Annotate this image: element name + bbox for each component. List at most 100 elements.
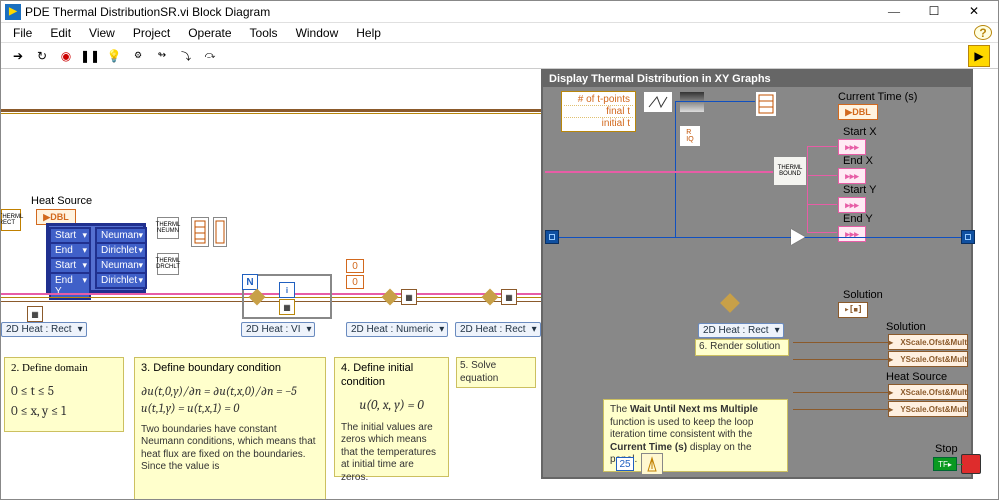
heat-source-xscale: ▸XScale.Ofst&Mult [888,384,968,400]
heat-source-terminal-label: Heat Source [886,371,947,383]
note-bold: Current Time (s) [610,442,687,453]
loop-iteration-icon: i [279,282,295,298]
wire [1,113,541,114]
enum-endy-val[interactable]: Dirichlet [95,272,147,289]
stop-terminal: TF▸ [933,457,957,471]
note-line: u(0, x, y) = 0 [341,398,442,414]
step-into-icon[interactable]: ⤵ [177,47,195,65]
title-bar: ▶ PDE Thermal DistributionSR.vi Block Di… [1,1,998,23]
block-diagram-canvas[interactable]: Display Thermal Distribution in XY Graph… [1,69,998,499]
retain-wire-icon[interactable]: ↬ [153,47,171,65]
menu-file[interactable]: File [5,24,40,42]
cluster-row: # of t-points [564,94,633,106]
stop-condition-icon[interactable] [961,454,981,474]
menu-project[interactable]: Project [125,24,178,42]
solution-indicator: ▸[▪] [838,302,868,318]
stop-label: Stop [935,443,958,455]
mode-selector-vi[interactable]: 2D Heat : VI [241,322,315,337]
thermal-bounds-subvi-icon: THERML BOUND [773,156,807,186]
note-line: 0 ≤ x, y ≤ 1 [11,404,117,420]
wire [793,392,888,393]
quotient-remainder-icon: R IQ [679,125,701,147]
structure-while-loop[interactable]: Display Thermal Distribution in XY Graph… [541,69,973,479]
enum-endy-label[interactable]: End Y [49,272,91,300]
note-text: 6. Render solution [699,341,780,352]
note-line: u(t,1,y) = u(t,x,1) = 0 [141,401,319,416]
note-header: 5. Solve equation [460,360,498,384]
for-loop-n: N [242,274,258,290]
case-selector-icon [720,293,740,313]
start-y-label: Start Y [843,184,876,196]
note-header: 3. Define boundary condition [141,362,319,376]
loop-tunnel [961,230,975,244]
pause-button[interactable]: ❚❚ [81,47,99,65]
build-array-icon-2 [213,217,227,247]
bundle-node-icon: ▦ [27,306,43,322]
mode-selector-rect[interactable]: 2D Heat : Rect [455,322,541,337]
ramp-icon [643,91,673,113]
wire [793,409,888,410]
cluster-row: initial t [564,118,633,129]
close-button[interactable]: ✕ [954,2,994,22]
wire [957,464,963,465]
window-buttons: — ☐ ✕ [874,2,994,22]
vi-icon-corner[interactable]: ▶ [968,45,990,67]
structure-header: Display Thermal Distribution in XY Graph… [543,71,971,87]
start-y-indicator: ▸▸▸ [838,197,866,213]
solution-yscale: ▸YScale.Ofst&Mult [888,351,968,367]
thermal-neumann-icon: THERML NEUMN [157,217,179,239]
menu-view[interactable]: View [81,24,123,42]
wire [793,342,888,343]
note-line: ∂u(t,0,y)/∂n = ∂u(t,x,0)/∂n = −5 [141,384,319,399]
case-node-icon [382,289,399,306]
term-text: XScale.Ofst&Mult [900,338,967,347]
heat-source-label: Heat Source [31,195,92,207]
build-table-icon [755,91,777,117]
wire [1,109,541,112]
heat-icon-left: THERMLRECT [1,209,21,231]
run-button[interactable]: ➔ [9,47,27,65]
note-boundary: 3. Define boundary condition ∂u(t,0,y)/∂… [134,357,326,499]
wire [793,359,888,360]
heat-source-yscale: ▸YScale.Ofst&Mult [888,401,968,417]
loop-tunnel [545,230,559,244]
note-initial: 4. Define initial condition u(0, x, y) =… [334,357,449,477]
mode-selector-numeric[interactable]: 2D Heat : Numeric [346,322,448,337]
menu-help[interactable]: Help [348,24,389,42]
end-x-indicator: ▸▸▸ [838,168,866,184]
run-continuous-button[interactable]: ↻ [33,47,51,65]
cluster-row: final t [564,106,633,118]
maximize-button[interactable]: ☐ [914,2,954,22]
highlight-exec-icon[interactable]: 💡 [105,47,123,65]
wire [807,146,837,147]
step-over-icon[interactable]: ⤼ [201,47,219,65]
note-text: The [610,404,630,415]
array-index-icon [679,91,705,113]
term-text: XScale.Ofst&Mult [900,388,967,397]
menu-tools[interactable]: Tools [242,24,286,42]
menu-operate[interactable]: Operate [180,24,239,42]
start-x-label: Start X [843,126,877,138]
build-array-icon [191,217,209,247]
abort-button[interactable]: ◉ [57,47,75,65]
context-help-icon[interactable]: ? [974,25,992,40]
term-text: YScale.Ofst&Mult [900,355,967,364]
wire [807,232,837,233]
note-text: Two boundaries have constant Neumann con… [141,424,319,474]
mode-selector-rect[interactable]: 2D Heat : Rect [1,322,87,337]
t-points-cluster: # of t-points final t initial t [561,91,636,132]
wire [545,171,773,173]
solution-label: Solution [843,289,883,301]
note-text: The initial values are zeros which means… [341,422,442,485]
numeric-constant-zero: 0 [346,275,364,289]
menu-edit[interactable]: Edit [42,24,79,42]
minimize-button[interactable]: — [874,2,914,22]
solution-terminal-label: Solution [886,321,926,333]
probe-icon[interactable]: ⚙︎ [129,47,147,65]
node-icon: ▦ [401,289,417,305]
mode-selector-rect[interactable]: 2D Heat : Rect [698,323,784,338]
menu-window[interactable]: Window [288,24,347,42]
menu-bar: File Edit View Project Operate Tools Win… [1,23,998,43]
tool-bar: ➔ ↻ ◉ ❚❚ 💡 ⚙︎ ↬ ⤵ ⤼ ▶ [1,43,998,69]
wire [807,204,837,205]
